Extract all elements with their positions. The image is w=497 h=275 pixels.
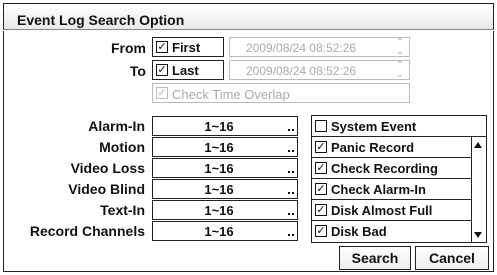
record-channels-select[interactable]: 1~16 xyxy=(152,221,298,241)
from-label: From xyxy=(111,40,146,56)
to-datetime-spinner-icon[interactable]: ⌃ ⌄ xyxy=(396,61,404,80)
list-item[interactable]: ✓ Disk Bad xyxy=(312,221,472,242)
from-datetime-spinner-icon[interactable]: ⌃ ⌄ xyxy=(396,38,404,57)
to-last-checkbox[interactable]: ✓ xyxy=(156,64,168,76)
from-first-toggle[interactable]: ✓ First xyxy=(152,37,224,57)
alarm-in-label: Alarm-In xyxy=(88,118,145,134)
more-icon xyxy=(288,213,294,215)
from-datetime-value: 2009/08/24 08:52:26 xyxy=(246,41,357,55)
list-item-label: Panic Record xyxy=(331,140,415,155)
to-datetime-field[interactable]: 2009/08/24 08:52:26 ⌃ ⌄ xyxy=(229,60,410,80)
scroll-down-icon[interactable] xyxy=(474,232,482,238)
from-datetime-field[interactable]: 2009/08/24 08:52:26 ⌃ ⌄ xyxy=(229,37,410,57)
video-loss-label: Video Loss xyxy=(70,160,145,176)
cancel-button[interactable]: Cancel xyxy=(415,246,489,270)
list-scrollbar[interactable] xyxy=(472,137,486,242)
list-item[interactable]: ✓ Disk Almost Full xyxy=(312,200,472,221)
panic-record-checkbox[interactable]: ✓ xyxy=(315,141,327,153)
video-blind-select[interactable]: 1~16 xyxy=(152,179,298,199)
title-bar: Event Log Search Option xyxy=(3,3,494,30)
check-time-overlap-checkbox[interactable]: ✓ xyxy=(156,87,168,99)
list-item[interactable]: ✓ Panic Record xyxy=(312,137,472,158)
disk-almost-full-checkbox[interactable]: ✓ xyxy=(315,204,327,216)
system-event-checkbox[interactable] xyxy=(315,120,327,132)
scroll-up-icon[interactable] xyxy=(474,142,482,148)
list-item[interactable]: ✓ Check Alarm-In xyxy=(312,179,472,200)
alarm-in-select[interactable]: 1~16 xyxy=(152,116,298,136)
from-first-checkbox[interactable]: ✓ xyxy=(156,41,168,53)
search-button[interactable]: Search xyxy=(339,246,411,270)
to-datetime-value: 2009/08/24 08:52:26 xyxy=(246,64,357,78)
video-blind-value: 1~16 xyxy=(204,182,234,197)
video-loss-select[interactable]: 1~16 xyxy=(152,158,298,178)
list-item-label: Check Recording xyxy=(331,161,438,176)
list-item-label: Disk Almost Full xyxy=(331,203,433,218)
check-time-overlap-toggle[interactable]: ✓ Check Time Overlap xyxy=(152,83,410,103)
from-first-label: First xyxy=(172,40,201,55)
list-item-label: Check Alarm-In xyxy=(331,182,426,197)
to-label: To xyxy=(129,63,146,79)
more-icon xyxy=(288,234,294,236)
video-loss-value: 1~16 xyxy=(204,161,234,176)
check-time-overlap-label: Check Time Overlap xyxy=(172,87,290,102)
system-event-label: System Event xyxy=(331,119,417,134)
text-in-label: Text-In xyxy=(100,202,145,218)
more-icon xyxy=(288,171,294,173)
alarm-in-value: 1~16 xyxy=(204,119,234,134)
text-in-select[interactable]: 1~16 xyxy=(152,200,298,220)
system-event-list: System Event ✓ Panic Record ✓ Check Reco… xyxy=(311,115,487,243)
to-last-toggle[interactable]: ✓ Last xyxy=(152,60,224,80)
motion-label: Motion xyxy=(99,139,145,155)
text-in-value: 1~16 xyxy=(204,203,234,218)
check-alarm-in-checkbox[interactable]: ✓ xyxy=(315,183,327,195)
disk-bad-checkbox[interactable]: ✓ xyxy=(315,225,327,237)
video-blind-label: Video Blind xyxy=(68,181,145,197)
to-last-label: Last xyxy=(172,63,199,78)
list-item-label: Disk Bad xyxy=(331,224,387,239)
event-log-search-dialog: Event Log Search Option From ✓ First 200… xyxy=(0,0,497,275)
more-icon xyxy=(288,129,294,131)
motion-select[interactable]: 1~16 xyxy=(152,137,298,157)
record-channels-value: 1~16 xyxy=(204,224,234,239)
more-icon xyxy=(288,192,294,194)
dialog-title: Event Log Search Option xyxy=(17,12,185,28)
motion-value: 1~16 xyxy=(204,140,234,155)
record-channels-label: Record Channels xyxy=(29,223,145,239)
more-icon xyxy=(288,150,294,152)
check-recording-checkbox[interactable]: ✓ xyxy=(315,162,327,174)
system-event-toggle[interactable]: System Event xyxy=(312,116,486,137)
list-item[interactable]: ✓ Check Recording xyxy=(312,158,472,179)
